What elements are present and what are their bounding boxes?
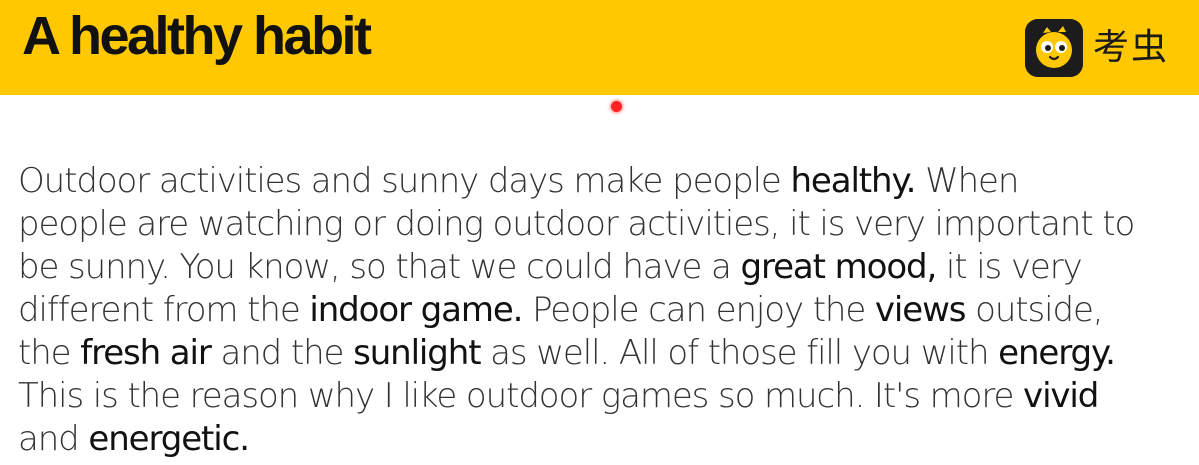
keyword: sunlight (353, 333, 481, 373)
text-segment: the (18, 333, 81, 373)
title-bar: A healthy habit 考虫 (0, 0, 1199, 95)
text-segment: be sunny. You know, so that we could hav… (18, 247, 741, 287)
paragraph-line: and energetic. (18, 418, 1199, 461)
text-segment: When (915, 161, 1019, 201)
koochong-chick-logo-icon (1024, 19, 1083, 77)
slide: A healthy habit 考虫 Outdoor activities an… (0, 0, 1199, 465)
text-segment: This is the reason why I like outdoor ga… (18, 376, 1024, 416)
keyword: views (874, 290, 967, 330)
paragraph-line: This is the reason why I like outdoor ga… (18, 375, 1199, 418)
paragraph-line: be sunny. You know, so that we could hav… (18, 246, 1199, 289)
brand: 考虫 (1024, 19, 1169, 77)
keyword: healthy. (790, 161, 916, 201)
red-dot-marker (611, 101, 622, 112)
keyword: vivid (1023, 376, 1099, 416)
text-segment: and the (210, 333, 354, 373)
keyword: energetic. (88, 419, 250, 459)
brand-name: 考虫 (1092, 27, 1169, 68)
keyword: indoor game. (309, 290, 523, 330)
text-segment: People can enjoy the (522, 290, 875, 330)
keyword: energy. (998, 333, 1116, 373)
paragraph-line: Outdoor activities and sunny days make p… (18, 160, 1199, 203)
body-paragraph: Outdoor activities and sunny days make p… (18, 160, 1199, 461)
paragraph-line: people are watching or doing outdoor act… (18, 203, 1199, 246)
keyword: fresh air (80, 333, 212, 373)
keyword: great mood, (740, 247, 938, 287)
text-segment: Outdoor activities and sunny days make p… (18, 161, 791, 201)
text-segment: people are watching or doing outdoor act… (18, 204, 1135, 244)
paragraph-line: the fresh air and the sunlight as well. … (18, 332, 1199, 375)
text-segment: outside, (965, 290, 1103, 330)
text-segment: it is very (936, 247, 1083, 287)
paragraph-line: different from the indoor game. People c… (18, 289, 1199, 332)
text-segment: and (18, 419, 89, 459)
text-segment: different from the (18, 290, 310, 330)
text-segment: as well. All of those fill you with (480, 333, 999, 373)
page-title: A healthy habit (22, 6, 372, 66)
